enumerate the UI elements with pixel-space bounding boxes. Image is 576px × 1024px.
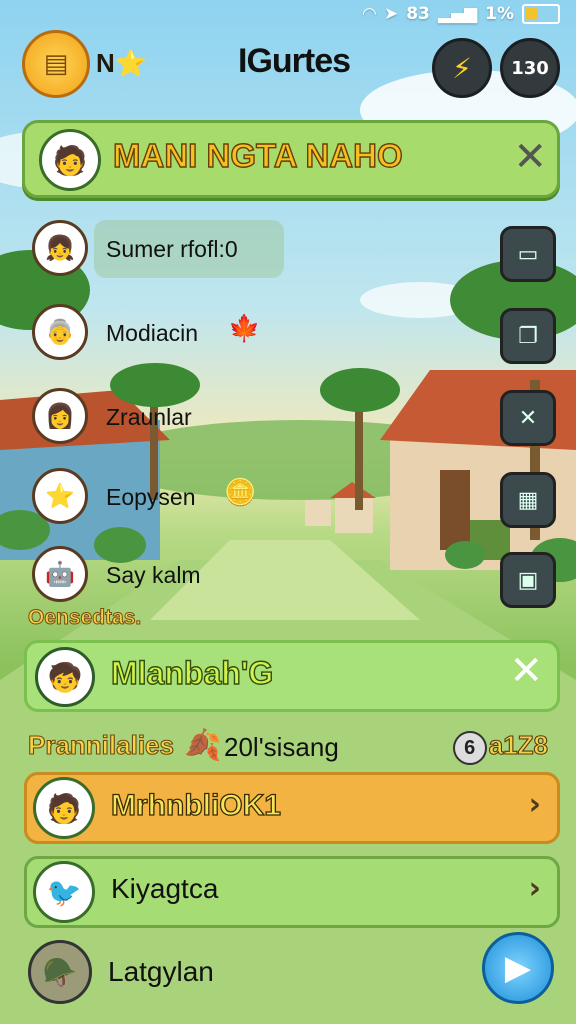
stat-value: 20l'sisang xyxy=(224,732,339,762)
shop-icon[interactable]: ▦ xyxy=(500,472,556,528)
list-item[interactable]: 👧 Sumer rfofl:0 xyxy=(28,218,328,284)
soldier-avatar: 🪖 xyxy=(28,940,92,1004)
stats-row: Prannilalies 🍂 20l'sisang 6 a1Z8 xyxy=(27,726,554,766)
banner-close-button[interactable]: ✕ xyxy=(513,135,547,179)
stat-label: Prannilalies xyxy=(27,729,174,760)
redhead-avatar: 🧑 xyxy=(33,777,95,839)
coin-balance: 6 a1Z8 xyxy=(452,729,549,765)
battery-percent: 1% xyxy=(485,4,514,24)
section-label: Oensedtas. xyxy=(27,606,142,630)
grandma-avatar: 👵 xyxy=(32,304,88,360)
coin-icon: 🪙 xyxy=(224,478,257,508)
player-card[interactable]: 🧒 Mlanbah'G ✕ xyxy=(24,640,560,712)
status-time: 83 xyxy=(406,4,430,24)
list-item-label: Sumer rfofl:0 xyxy=(106,236,238,262)
boy-avatar: 🧑 xyxy=(39,129,101,191)
banner-title: MANI NGTA NAHO xyxy=(112,136,403,174)
leaf-icon: 🍂 xyxy=(184,728,222,763)
chevron-right-icon: › xyxy=(528,787,541,822)
play-button[interactable]: ▶ xyxy=(482,932,554,1004)
coin-balance-value: a1Z8 xyxy=(488,729,548,760)
menu-item-2[interactable]: 🐦 Kiyagtca › xyxy=(24,856,560,928)
compass-icon[interactable]: ✕ xyxy=(500,390,556,446)
status-bar: ◠ ➤ 83 ▂▄▆ 1% xyxy=(363,4,560,24)
list-item-label: Eopysen xyxy=(106,484,196,510)
journal-icon[interactable]: ▤ xyxy=(22,30,90,98)
menu-item-label: MrhnbliOK1 xyxy=(110,788,281,822)
quest-banner: 🧑 MANI NGTA NAHO ✕ xyxy=(22,120,560,198)
list-item-label: Zraunlar xyxy=(106,404,192,430)
woman-avatar: 👩 xyxy=(32,388,88,444)
player-avatar: 🧒 xyxy=(35,647,95,707)
energy-bolt-icon[interactable]: ⚡ xyxy=(432,38,492,98)
list-item[interactable]: 🤖 Say kalm xyxy=(28,544,328,610)
folder-icon[interactable]: ❐ xyxy=(500,308,556,364)
coin-icon: 6 xyxy=(452,731,487,765)
signal-icon: ▂▄▆ xyxy=(437,4,478,24)
battery-icon xyxy=(522,4,560,24)
list-item[interactable]: 👩 Zraunlar xyxy=(28,386,328,452)
chest-icon[interactable]: ▣ xyxy=(500,552,556,608)
player-name: Mlanbah'G xyxy=(110,654,274,691)
page-title: IGurtes xyxy=(238,42,351,80)
list-item-label: Say kalm xyxy=(106,562,201,588)
tablet-icon[interactable]: ▭ xyxy=(500,226,556,282)
girl-avatar: 👧 xyxy=(32,220,88,276)
menu-item-3[interactable]: 🪖 Latgylan ▶ xyxy=(24,932,554,1008)
menu-item-1[interactable]: 🧑 MrhnbliOK1 › xyxy=(24,772,560,844)
menu-item-label: Kiyagtca xyxy=(111,873,219,904)
wifi-icon: ◠ xyxy=(362,4,376,24)
player-card-close-button[interactable]: ✕ xyxy=(509,649,543,693)
top-bar: ▤ N⭐ IGurtes ⚡ 130 xyxy=(22,30,560,98)
leaf-icon: 🍁 xyxy=(228,314,261,344)
level-badge[interactable]: 130 xyxy=(500,38,560,98)
bird-avatar: 🐦 xyxy=(33,861,95,923)
location-icon: ➤ xyxy=(383,4,399,24)
player-rank-label: N⭐ xyxy=(96,48,148,78)
chevron-right-icon: › xyxy=(528,871,541,906)
list-item[interactable]: ⭐ Eopysen 🪙 xyxy=(28,466,328,532)
robot-avatar: 🤖 xyxy=(32,546,88,602)
menu-item-label: Latgylan xyxy=(108,956,214,987)
list-item[interactable]: 👵 Modiacin 🍁 xyxy=(28,302,328,368)
star-avatar: ⭐ xyxy=(32,468,88,524)
list-item-label: Modiacin xyxy=(106,320,199,346)
